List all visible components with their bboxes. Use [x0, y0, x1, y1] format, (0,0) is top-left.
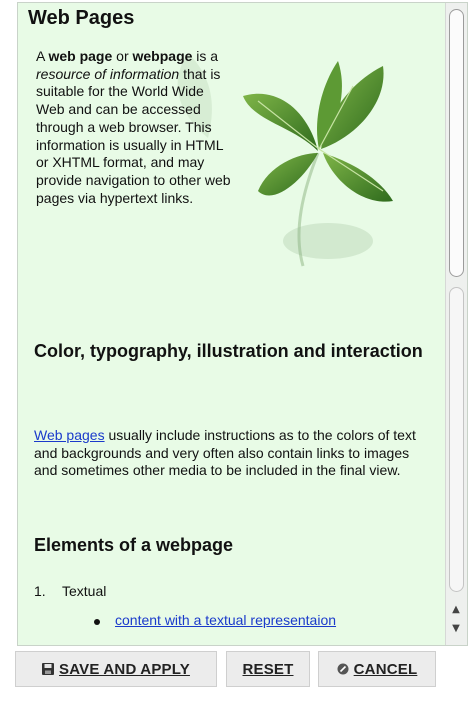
section-heading: Color, typography, illustration and inte… [34, 341, 423, 361]
reset-button[interactable]: RESET [226, 651, 310, 687]
mint-leaf-image [243, 61, 393, 267]
vertical-scrollbar[interactable]: ▲ ▼ [445, 3, 467, 645]
save-and-apply-button[interactable]: SAVE AND APPLY [15, 651, 217, 687]
scroll-down-arrow-icon[interactable]: ▼ [448, 622, 464, 636]
page-title: Web Pages [28, 7, 135, 29]
scroll-up-arrow-icon[interactable]: ▲ [448, 603, 464, 617]
reset-button-label: RESET [242, 660, 294, 678]
cancel-button[interactable]: CANCEL [318, 651, 436, 687]
scrollbar-track[interactable] [449, 287, 464, 592]
list-number: 1. [34, 583, 46, 599]
section-heading-elements: Elements of a webpage [34, 535, 234, 555]
content-pane[interactable]: Web Pages A web page or webpage is a res… [17, 2, 468, 646]
cancel-button-label: CANCEL [353, 660, 418, 678]
bullet-icon [94, 619, 100, 625]
web-pages-link[interactable]: Web pages [34, 427, 105, 443]
content-area: Web Pages A web page or webpage is a res… [18, 3, 441, 645]
cancel-circle-icon [337, 663, 349, 675]
save-button-label: SAVE AND APPLY [59, 660, 190, 678]
sublist-link[interactable]: content with a textual representaion [115, 612, 336, 628]
section-paragraph: Web pages usually include instructions a… [34, 427, 416, 478]
floppy-disk-icon [42, 663, 55, 675]
scrollbar-thumb[interactable] [449, 9, 464, 277]
intro-paragraph: A web page or webpage is a resource of i… [36, 48, 231, 206]
list-item: Textual [62, 583, 107, 599]
